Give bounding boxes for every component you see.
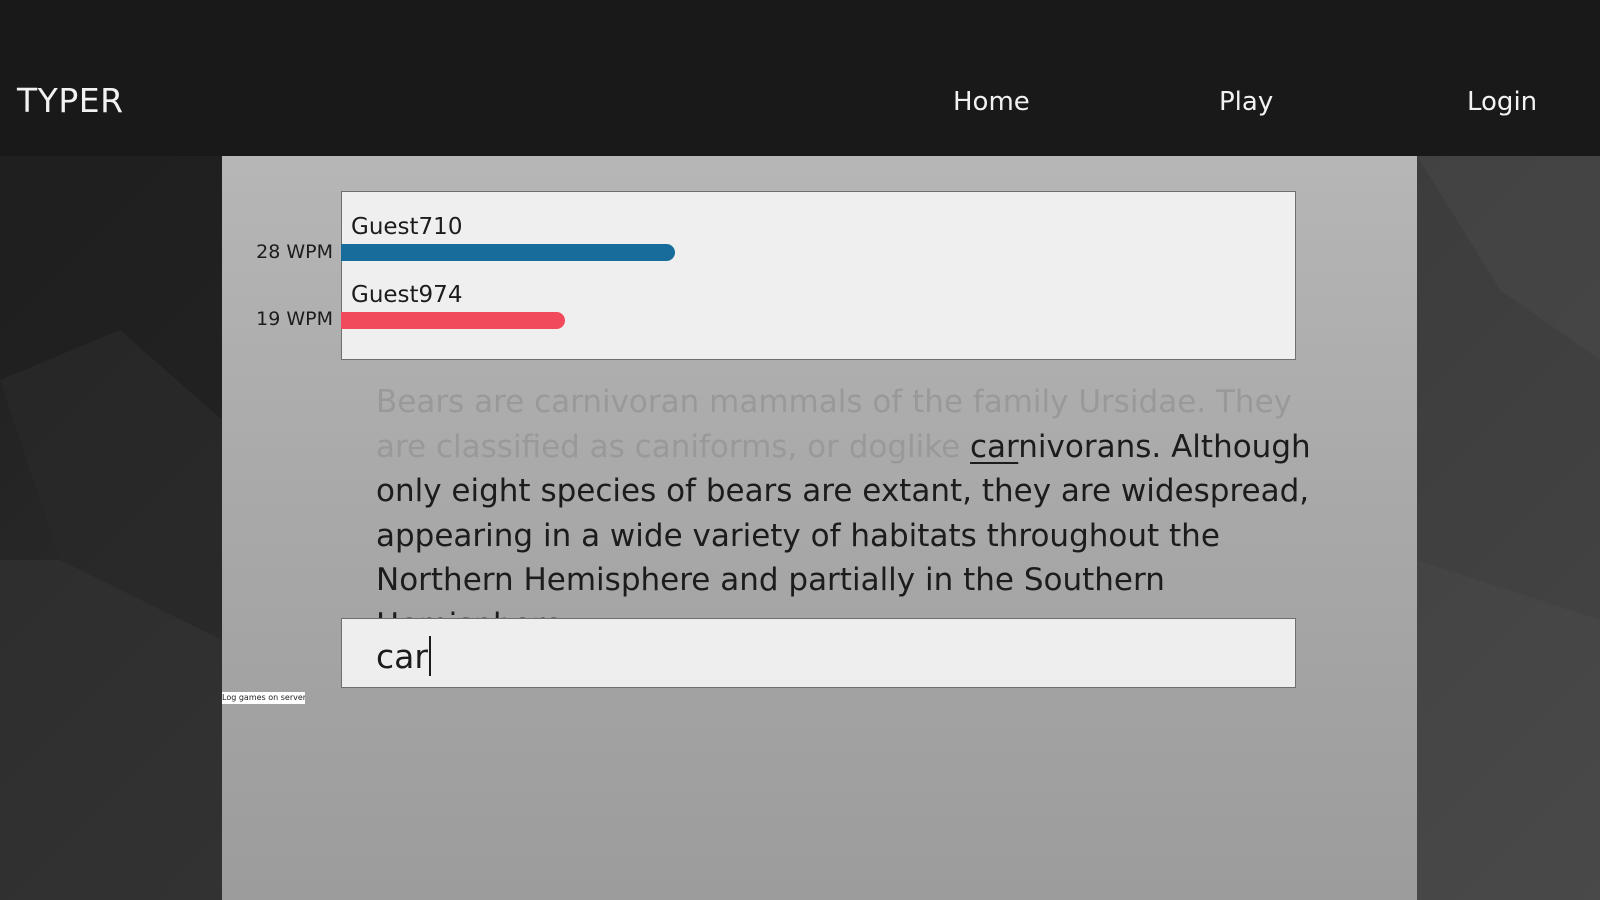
brand-logo[interactable]: TYPER xyxy=(17,84,124,117)
player-2-wpm: 19 WPM xyxy=(256,308,333,330)
nav-play-link[interactable]: Play xyxy=(1219,89,1273,115)
typing-input[interactable]: car xyxy=(341,618,1296,688)
top-navbar: TYPER Home Play Login xyxy=(0,0,1600,156)
passage-current-typed: car xyxy=(970,428,1019,465)
player-2-progress-bar xyxy=(341,312,565,329)
passage-current-rest: nivorans. xyxy=(1018,428,1162,465)
passage-text: Bears are carnivoran mammals of the fami… xyxy=(376,380,1331,647)
log-games-button[interactable]: Log games on server xyxy=(222,692,305,704)
nav-login-link[interactable]: Login xyxy=(1467,89,1537,115)
player-1-name: Guest710 xyxy=(351,214,463,240)
text-caret xyxy=(428,636,431,676)
player-1-wpm: 28 WPM xyxy=(256,241,333,263)
player-2-name: Guest974 xyxy=(351,282,463,308)
race-progress-box: Guest710 Guest974 xyxy=(341,191,1296,360)
nav-home-link[interactable]: Home xyxy=(953,89,1030,115)
player-1-progress-bar xyxy=(341,244,675,261)
typing-input-value[interactable]: car xyxy=(376,636,431,676)
